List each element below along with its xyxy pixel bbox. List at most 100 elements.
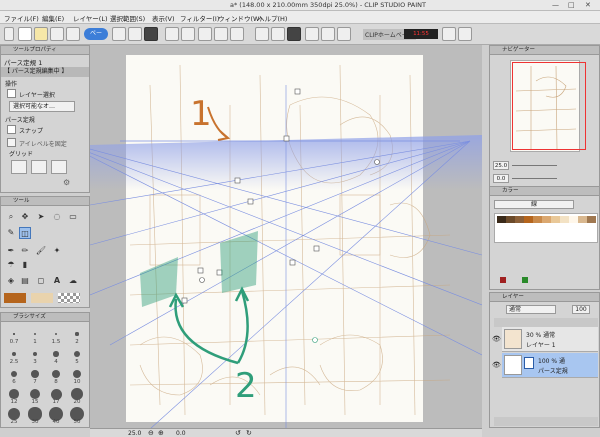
fill-icon[interactable]	[337, 27, 351, 41]
zoom-in-icon[interactable]: ⊕	[158, 429, 164, 437]
menu-view[interactable]: 表示(V)	[152, 13, 175, 23]
select-icon[interactable]: ▭	[67, 211, 79, 223]
palette-green-chip[interactable]	[522, 277, 528, 283]
snap-ruler-icon[interactable]	[255, 27, 269, 41]
tool-property-tab[interactable]: ツールプロパティ	[1, 46, 89, 55]
brush-size-option[interactable]: 5	[68, 347, 86, 365]
rotate-right-icon[interactable]: ↻	[246, 429, 252, 437]
user-icon[interactable]	[442, 27, 456, 41]
move-icon[interactable]: ✥	[19, 211, 31, 223]
palette-chip[interactable]	[497, 216, 506, 223]
fill-tool-icon[interactable]: ◈	[5, 275, 17, 287]
brush-size-option[interactable]: 2.5	[5, 347, 23, 365]
brush-size-option[interactable]: 10	[68, 367, 86, 385]
palette-red-chip[interactable]	[500, 277, 506, 283]
brush-size-option[interactable]: 20	[68, 387, 86, 405]
grid-yz-button[interactable]	[31, 160, 47, 174]
eye-icon[interactable]: 👁	[492, 335, 501, 343]
color-palette[interactable]	[494, 213, 598, 243]
brush-size-option[interactable]: 25	[5, 407, 23, 425]
save-icon[interactable]	[50, 27, 64, 41]
opacity-field[interactable]: 100	[572, 305, 590, 314]
brush-icon[interactable]	[321, 27, 335, 41]
snap-special-ruler-icon[interactable]	[271, 27, 285, 41]
rotate-left-icon[interactable]: ↺	[235, 429, 241, 437]
sub-color-swatch[interactable]	[31, 293, 53, 303]
zoom-out-icon[interactable]: ⊖	[148, 429, 154, 437]
zoom-value[interactable]: 25.0	[128, 430, 141, 437]
ruler-icon[interactable]: ◫	[19, 227, 31, 239]
text-tool-icon[interactable]: A	[51, 275, 63, 287]
new-page-icon[interactable]	[128, 27, 142, 41]
navigator-tab[interactable]: ナビゲーター	[490, 46, 599, 55]
brush-tool-icon[interactable]: 🖌	[35, 245, 47, 257]
brush-size-option[interactable]: 1.5	[47, 327, 65, 345]
save-file-icon[interactable]	[144, 27, 158, 41]
brush-size-option[interactable]: 12	[5, 387, 23, 405]
palette-chip[interactable]	[515, 216, 524, 223]
eraser-icon[interactable]: ▮	[19, 259, 31, 271]
cloud-icon[interactable]	[458, 27, 472, 41]
brush-size-option[interactable]: 3	[26, 347, 44, 365]
layer-name[interactable]: パース定規	[538, 366, 568, 375]
balloon-icon[interactable]: ☁	[67, 275, 79, 287]
layer-select-checkbox[interactable]	[7, 89, 16, 98]
palette-chip[interactable]	[533, 216, 542, 223]
eye-level-checkbox[interactable]	[7, 138, 16, 147]
maximize-button[interactable]: □	[568, 1, 575, 9]
grid-xz-button[interactable]	[51, 160, 67, 174]
layer-tab[interactable]: レイヤー	[490, 293, 599, 302]
blend-icon[interactable]: ☂	[5, 259, 17, 271]
deselect-icon[interactable]	[214, 27, 228, 41]
brush-size-option[interactable]: 50	[68, 407, 86, 425]
menu-help[interactable]: ヘルプ(H)	[258, 13, 287, 23]
pen-tool-icon[interactable]: ✒	[5, 245, 17, 257]
nav-zoom-slider[interactable]	[512, 165, 557, 166]
layer-row[interactable]: 👁 100 % 通 パース定規	[492, 353, 598, 378]
palette-chip[interactable]	[569, 216, 578, 223]
palette-chip[interactable]	[542, 216, 551, 223]
lasso-icon[interactable]: ◌	[51, 211, 63, 223]
layer-name[interactable]: レイヤー 1	[526, 340, 556, 349]
layer-row[interactable]: 👁 30 % 通常 レイヤー 1	[492, 327, 598, 352]
eye-icon[interactable]: 👁	[492, 361, 501, 369]
pencil-tool-icon[interactable]: ✏	[19, 245, 31, 257]
transform-icon[interactable]	[198, 27, 212, 41]
undo-icon[interactable]	[165, 27, 179, 41]
brush-size-option[interactable]: 17	[47, 387, 65, 405]
transparent-color-swatch[interactable]	[58, 293, 80, 303]
nav-angle-field[interactable]: 0.0	[493, 174, 509, 183]
invert-selection-icon[interactable]	[230, 27, 244, 41]
close-button[interactable]: ✕	[585, 1, 591, 9]
nav-zoom-field[interactable]: 25.0	[493, 161, 509, 170]
brush-size-option[interactable]: 1	[26, 327, 44, 345]
tool-tab[interactable]: ツール	[1, 197, 89, 206]
brush-size-option[interactable]: 15	[26, 387, 44, 405]
operation-icon[interactable]: ➤	[35, 211, 47, 223]
brush-size-option[interactable]: 0.7	[5, 327, 23, 345]
brush-size-option[interactable]: 8	[47, 367, 65, 385]
new-file-icon[interactable]	[18, 27, 32, 41]
menu-file[interactable]: ファイル(F)	[4, 13, 39, 23]
palette-chip[interactable]	[560, 216, 569, 223]
palette-chip[interactable]	[551, 216, 560, 223]
menu-window[interactable]: ウィンドウ(W)	[218, 13, 262, 23]
menu-selection[interactable]: 選択範囲(S)	[110, 13, 145, 23]
brush-size-option[interactable]: 2	[68, 327, 86, 345]
airbrush-icon[interactable]: ✦	[51, 245, 63, 257]
palette-chip[interactable]	[506, 216, 515, 223]
open-folder-icon[interactable]	[34, 27, 48, 41]
grid-xy-button[interactable]	[11, 160, 27, 174]
settings-icon[interactable]	[66, 27, 80, 41]
menu-filter[interactable]: フィルター(I)	[180, 13, 219, 23]
palette-chip[interactable]	[578, 216, 587, 223]
brush-size-option[interactable]: 40	[47, 407, 65, 425]
pen-icon[interactable]	[305, 27, 319, 41]
brush-size-option[interactable]: 7	[26, 367, 44, 385]
menu-edit[interactable]: 編集(E)	[42, 13, 64, 23]
snap-grid-icon[interactable]	[287, 27, 301, 41]
canvas-area[interactable]: 1 2	[90, 45, 482, 429]
brush-size-option[interactable]: 4	[47, 347, 65, 365]
nav-angle-slider[interactable]	[512, 178, 557, 179]
brush-size-tab[interactable]: ブラシサイズ	[1, 313, 89, 322]
